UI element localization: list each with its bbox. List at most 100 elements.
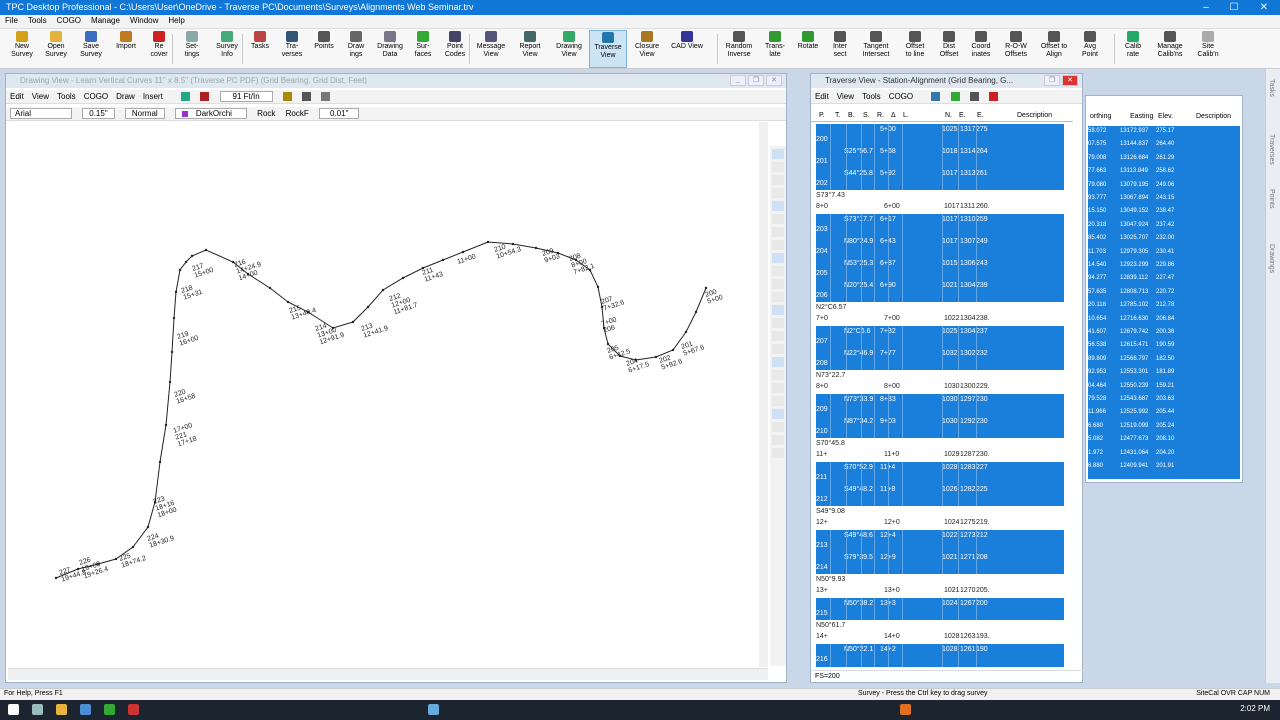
traverse-line-row[interactable]: 11+ 11+0 1029 1287 230. bbox=[816, 451, 1064, 462]
menu-item-window[interactable]: Window bbox=[125, 15, 163, 26]
traverse-line-row[interactable]: N50°61.7 bbox=[816, 622, 1064, 633]
traverse-close-button[interactable]: ✕ bbox=[1062, 75, 1078, 86]
alignment-point[interactable] bbox=[168, 380, 172, 384]
traverse-menu-tools[interactable]: Tools bbox=[862, 92, 881, 101]
text-size-select[interactable]: 0.15" bbox=[82, 108, 115, 119]
calculator-icon[interactable] bbox=[969, 92, 979, 102]
alignment-point[interactable] bbox=[654, 355, 658, 359]
alignment-point[interactable] bbox=[671, 348, 675, 352]
dock-tab-tasks[interactable]: Tasks bbox=[1268, 79, 1275, 97]
ribbon-button-distoffset[interactable]: Dist Offset bbox=[934, 30, 964, 68]
alignment-line[interactable] bbox=[55, 241, 707, 579]
arc-icon[interactable] bbox=[772, 305, 784, 315]
zoom-in-icon[interactable] bbox=[772, 149, 784, 159]
ribbon-button-closureview[interactable]: Closure View bbox=[628, 30, 666, 68]
traverse-line-row[interactable]: N2°C6.57 bbox=[816, 304, 1064, 315]
ribbon-button-rowoffsets[interactable]: R-O-W Offsets bbox=[998, 30, 1034, 68]
traverse-line-row[interactable]: S49°9.08 bbox=[816, 508, 1064, 519]
p-icon[interactable] bbox=[772, 383, 784, 393]
alignment-point[interactable] bbox=[178, 268, 182, 272]
ribbon-button-drawings[interactable]: Draw ings bbox=[340, 30, 372, 68]
ribbon-button-managecalibns[interactable]: Manage Calib'ns bbox=[1150, 30, 1190, 68]
traverse-course-block[interactable]: 209N73°33.98+3310301297230210N87°34.29+0… bbox=[816, 394, 1064, 438]
ribbon-button-tangentintersect[interactable]: Tangent Intersect bbox=[856, 30, 896, 68]
insert-row-icon[interactable] bbox=[931, 92, 941, 102]
alignment-point[interactable] bbox=[131, 545, 135, 549]
drawing-menu-view[interactable]: View bbox=[32, 92, 49, 101]
alignment-point[interactable] bbox=[381, 288, 385, 292]
ribbon-button-drawingview[interactable]: Drawing View bbox=[550, 30, 588, 68]
alignment-point[interactable] bbox=[76, 567, 80, 571]
select-icon[interactable] bbox=[772, 201, 784, 211]
menu-item-file[interactable]: File bbox=[0, 15, 23, 26]
chrome-icon[interactable] bbox=[104, 704, 115, 715]
ribbon-button-newsurvey[interactable]: New Survey bbox=[6, 30, 38, 68]
ribbon-button-import[interactable]: Import bbox=[109, 30, 143, 68]
ribbon-button-messageview[interactable]: Message View bbox=[472, 30, 510, 68]
zoom-extents-icon[interactable] bbox=[321, 92, 331, 102]
traverse-line-row[interactable]: N50°9.93 bbox=[816, 576, 1064, 587]
alignment-point[interactable] bbox=[158, 460, 162, 464]
traverse-grid[interactable]: 2005+0010251317275201S25°56.75+681018131… bbox=[816, 122, 1064, 667]
style-select[interactable]: Normal bbox=[124, 108, 165, 119]
label-icon[interactable] bbox=[772, 357, 784, 367]
ribbon-button-offsettoline[interactable]: Offset to line bbox=[897, 30, 933, 68]
alignment-point[interactable] bbox=[694, 310, 698, 314]
traverse-course-block[interactable]: 207N2°C6.67+3210251304237208N22°46.97+77… bbox=[816, 326, 1064, 370]
alignment-point[interactable] bbox=[684, 330, 688, 334]
plus-icon[interactable] bbox=[772, 370, 784, 380]
text-icon[interactable] bbox=[772, 227, 784, 237]
drawing-canvas[interactable]: 21715+00 21614+24.914+00 21815+31 21513+40.… bbox=[8, 122, 768, 667]
dock-tab-points[interactable]: Points bbox=[1268, 189, 1275, 208]
ribbon-button-calibrate[interactable]: Calib rate bbox=[1117, 30, 1149, 68]
scale-select[interactable]: 91 Ft/In bbox=[219, 91, 273, 102]
move-icon[interactable] bbox=[772, 240, 784, 250]
text-icon[interactable] bbox=[302, 92, 312, 102]
traverse-line-row[interactable]: 14+ 14+0 1028 1263 193. bbox=[816, 633, 1064, 644]
alignment-point[interactable] bbox=[146, 525, 150, 529]
traverse-line-row[interactable]: 7+0 7+00 1022 1304 238. bbox=[816, 315, 1064, 326]
drawing-close-button[interactable]: ✕ bbox=[766, 75, 782, 86]
traverse-course-block[interactable]: 2005+0010251317275201S25°56.75+681018131… bbox=[816, 124, 1064, 190]
close-button[interactable]: ✕ bbox=[1250, 0, 1278, 15]
layer2-select[interactable]: RockF bbox=[286, 109, 309, 118]
alignment-point[interactable] bbox=[174, 290, 178, 294]
ribbon-button-reportview[interactable]: Report View bbox=[511, 30, 549, 68]
ribbon-button-recover[interactable]: Re cover bbox=[144, 30, 174, 68]
ribbon-button-sitecalibn[interactable]: Site Calib'n bbox=[1191, 30, 1225, 68]
alignment-point[interactable] bbox=[366, 305, 370, 309]
ribbon-button-cadview[interactable]: CAD View bbox=[667, 30, 707, 68]
ribbon-button-intersect[interactable]: Inter sect bbox=[825, 30, 855, 68]
menu-item-tools[interactable]: Tools bbox=[23, 15, 52, 26]
traverse-line-row[interactable]: 8+0 6+00 1017 1311 260. bbox=[816, 203, 1064, 214]
alignment-point[interactable] bbox=[441, 258, 445, 262]
dock-tab-traverses[interactable]: Traverses bbox=[1268, 134, 1275, 165]
maximize-button[interactable]: ☐ bbox=[1220, 0, 1248, 15]
ribbon-button-offsettoalign[interactable]: Offset to Align bbox=[1035, 30, 1073, 68]
add-row-icon[interactable] bbox=[950, 92, 960, 102]
ribbon-button-surfaces[interactable]: Sur-faces bbox=[408, 30, 438, 68]
undo-icon[interactable] bbox=[200, 92, 210, 102]
line-icon[interactable] bbox=[772, 292, 784, 302]
zoom-window-icon[interactable] bbox=[772, 175, 784, 185]
alignment-point[interactable] bbox=[351, 320, 355, 324]
traverse-course-block[interactable]: 215N50°38.213+310241267200 bbox=[816, 598, 1064, 620]
alignment-point[interactable] bbox=[486, 240, 490, 244]
drawing-vertical-scrollbar[interactable] bbox=[759, 122, 768, 667]
alignment-point[interactable] bbox=[704, 286, 708, 290]
traverse-line-row[interactable]: S73°7.43 bbox=[816, 192, 1064, 203]
traverse-line-row[interactable]: N73°22.7 bbox=[816, 372, 1064, 383]
pan-icon[interactable] bbox=[772, 448, 784, 458]
app-icon[interactable] bbox=[128, 704, 139, 715]
delete-row-icon[interactable] bbox=[989, 92, 999, 102]
search-icon[interactable] bbox=[32, 704, 43, 715]
traverse-line-row[interactable]: 8+0 8+00 1030 1300 229. bbox=[816, 383, 1064, 394]
point-icon[interactable] bbox=[772, 331, 784, 341]
ribbon-button-avgpoint[interactable]: Avg Point bbox=[1074, 30, 1106, 68]
ribbon-button-pointcodes[interactable]: Point Codes bbox=[439, 30, 471, 68]
recording-icon[interactable] bbox=[900, 704, 911, 715]
traverse-menu-edit[interactable]: Edit bbox=[815, 92, 829, 101]
ribbon-button-randominverse[interactable]: Random Inverse bbox=[720, 30, 758, 68]
traverse-line-row[interactable]: 13+ 13+0 1021 1270 205. bbox=[816, 587, 1064, 598]
snap-icon[interactable] bbox=[772, 253, 784, 263]
